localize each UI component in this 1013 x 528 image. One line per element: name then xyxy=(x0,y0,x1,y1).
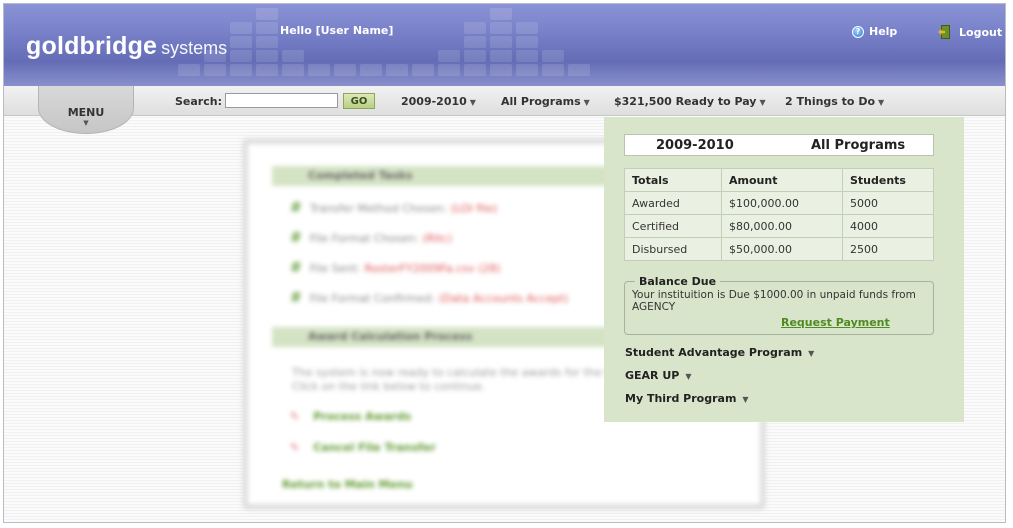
cancel-transfer-link[interactable]: ✎ Cancel File Transfer xyxy=(290,441,436,454)
year-dropdown-label: 2009-2010 xyxy=(401,95,467,108)
return-main-menu-link[interactable]: Return to Main Menu xyxy=(282,478,413,491)
user-greeting: Hello [User Name] xyxy=(280,24,394,37)
table-cell: 2500 xyxy=(842,237,934,261)
chevron-down-icon: ▼ xyxy=(469,98,476,107)
logout-link[interactable]: Logout xyxy=(938,25,1002,39)
menu-label: MENU xyxy=(67,106,105,119)
balance-due-message: Your instituition is Due $1000.00 in unp… xyxy=(632,289,916,313)
process-awards-link[interactable]: ✎ Process Awards xyxy=(290,410,411,423)
table-row: Awarded $100,000.00 5000 xyxy=(624,191,934,215)
ready-to-pay-panel: 2009-2010 All Programs Totals Amount Stu… xyxy=(604,117,964,422)
chevron-down-icon: ▼ xyxy=(759,98,766,107)
request-payment-link[interactable]: Request Payment xyxy=(781,316,890,329)
table-cell: $80,000.00 xyxy=(721,214,843,238)
chevron-down-icon: ▼ xyxy=(83,119,89,127)
table-cell: Certified xyxy=(624,214,722,238)
chevron-down-icon: ▼ xyxy=(685,372,692,381)
logout-icon xyxy=(938,25,954,39)
table-row: Disbursed $50,000.00 2500 xyxy=(624,237,934,261)
table-row: Certified $80,000.00 4000 xyxy=(624,214,934,238)
task-item: # File Format Confirmed: (Data Accounts Ac… xyxy=(290,290,569,306)
totals-table: Totals Amount Students Awarded $100,000.… xyxy=(624,168,934,261)
help-label: Help xyxy=(869,25,898,38)
task-item: # File Format Chosen: (Rltc) xyxy=(290,230,453,246)
program-my-third[interactable]: My Third Program ▼ xyxy=(625,392,749,405)
logout-label: Logout xyxy=(959,25,1003,39)
program-gear-up[interactable]: GEAR UP ▼ xyxy=(625,369,692,382)
task-item: # File Sent: RosterFY2009Fa.csv (28) xyxy=(290,260,501,276)
table-cell: Awarded xyxy=(624,191,722,215)
task-item: # Transfer Method Chosen: (LOI file) xyxy=(290,200,498,216)
app-window: goldbridge systems Hello [User Name] ? He… xyxy=(3,3,1006,523)
panel-programs: All Programs xyxy=(811,138,906,153)
chevron-down-icon: ▼ xyxy=(742,395,749,404)
balance-due-title: Balance Due xyxy=(635,275,721,288)
ready-to-pay-label: $321,500 Ready to Pay xyxy=(614,95,757,108)
table-cell: $100,000.00 xyxy=(721,191,843,215)
todo-dropdown-label: 2 Things to Do xyxy=(785,95,876,108)
logo-subtitle: systems xyxy=(161,38,228,58)
table-cell: 5000 xyxy=(842,191,934,215)
menu-button[interactable]: MENU ▼ xyxy=(38,86,134,134)
program-student-advantage[interactable]: Student Advantage Program ▼ xyxy=(625,346,814,359)
column-header: Totals xyxy=(624,168,722,192)
search-go-button[interactable]: GO xyxy=(343,93,375,109)
search-input[interactable] xyxy=(225,93,338,108)
help-link[interactable]: ? Help xyxy=(852,25,897,38)
balance-due-box: Balance Due Your instituition is Due $10… xyxy=(624,275,934,335)
program-label: My Third Program xyxy=(625,392,737,405)
todo-dropdown[interactable]: 2 Things to Do ▼ xyxy=(785,95,884,108)
program-label: Student Advantage Program xyxy=(625,346,803,359)
help-icon: ? xyxy=(852,25,864,38)
chevron-down-icon: ▼ xyxy=(808,349,815,358)
column-header: Amount xyxy=(721,168,843,192)
column-header: Students xyxy=(842,168,934,192)
panel-year: 2009-2010 xyxy=(656,138,734,153)
program-label: GEAR UP xyxy=(625,369,680,382)
top-banner: goldbridge systems Hello [User Name] ? He… xyxy=(4,4,1005,86)
table-header-row: Totals Amount Students xyxy=(624,168,934,192)
year-dropdown[interactable]: 2009-2010 ▼ xyxy=(401,95,476,108)
panel-header: 2009-2010 All Programs xyxy=(624,134,934,156)
table-cell: Disbursed xyxy=(624,237,722,261)
chevron-down-icon: ▼ xyxy=(878,98,885,107)
table-cell: 4000 xyxy=(842,214,934,238)
programs-dropdown[interactable]: All Programs ▼ xyxy=(501,95,590,108)
goldbridge-logo[interactable]: goldbridge systems xyxy=(26,32,227,61)
logo-brand: goldbridge xyxy=(26,32,158,60)
ready-to-pay-dropdown[interactable]: $321,500 Ready to Pay ▼ xyxy=(614,95,766,108)
search-label: Search: xyxy=(175,95,222,108)
table-cell: $50,000.00 xyxy=(721,237,843,261)
programs-dropdown-label: All Programs xyxy=(501,95,581,108)
chevron-down-icon: ▼ xyxy=(583,98,590,107)
